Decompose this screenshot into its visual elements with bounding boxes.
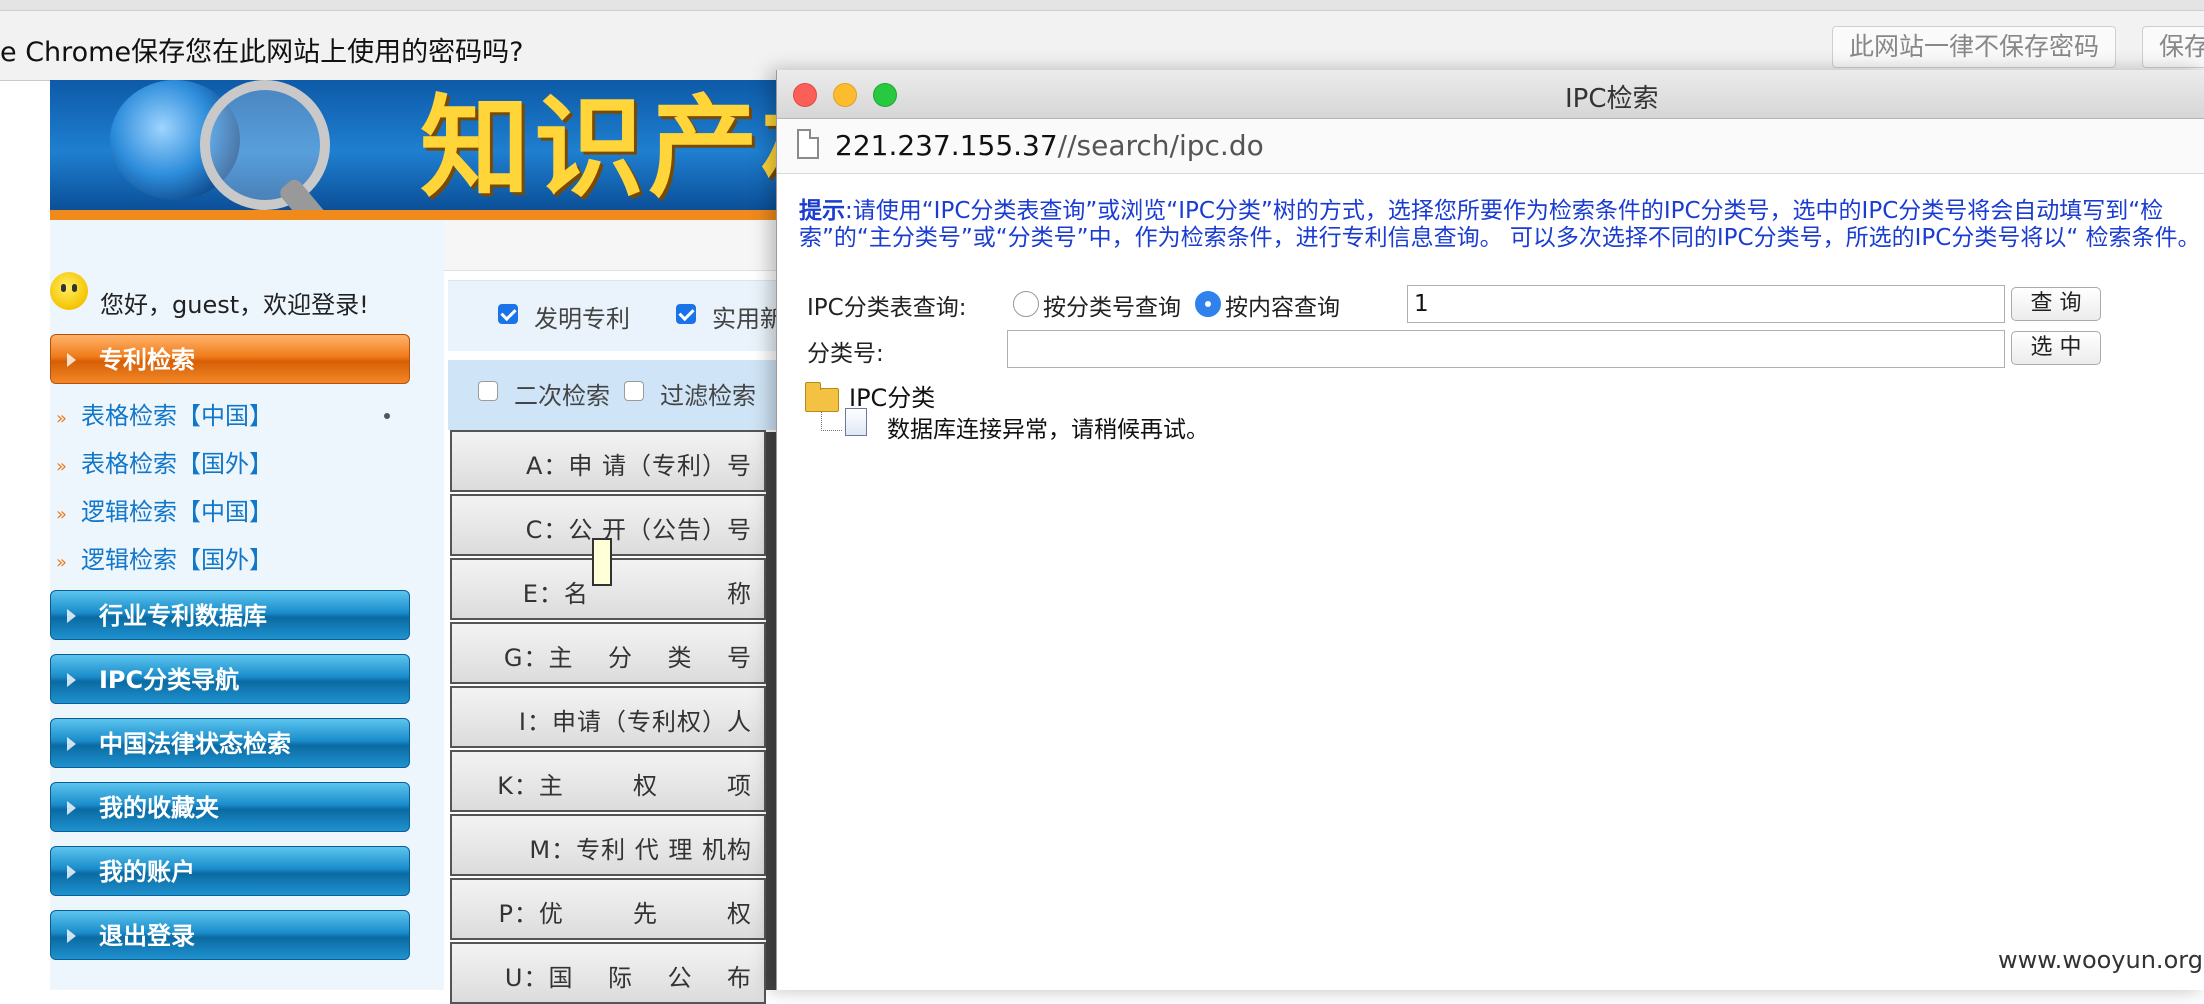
window-title: IPC检索: [1565, 84, 1659, 114]
minimize-icon[interactable]: [833, 83, 857, 107]
sub-item-logic-foreign[interactable]: » 逻辑检索【国外】: [56, 540, 273, 575]
hint-label: 提示: [799, 198, 845, 224]
sub-item-table-foreign[interactable]: » 表格检索【国外】: [56, 444, 273, 479]
classification-number-input[interactable]: [1007, 330, 2005, 368]
close-icon[interactable]: [793, 83, 817, 107]
field-main-claim[interactable]: K：主 权 项: [450, 750, 766, 812]
banner-title: 知识产权: [420, 83, 780, 212]
save-password-button[interactable]: 保存: [2142, 26, 2204, 68]
watermark: www.wooyun.org: [1998, 946, 2203, 974]
address-bar[interactable]: 221.237.155.37//search/ipc.do: [777, 119, 2204, 174]
query-button[interactable]: 查 询: [2011, 287, 2101, 321]
password-save-prompt: e Chrome保存您在此网站上使用的密码吗?: [0, 37, 524, 68]
utility-label: 实用新: [712, 305, 784, 333]
nav-favorites[interactable]: 我的收藏夹: [50, 782, 410, 832]
never-save-button[interactable]: 此网站一律不保存密码: [1832, 26, 2117, 68]
nav-logout[interactable]: 退出登录: [50, 910, 410, 960]
radio-by-code[interactable]: [1013, 291, 1039, 317]
ipc-query-input[interactable]: 1: [1407, 285, 2005, 323]
folder-icon: [805, 382, 839, 412]
field-international-publication[interactable]: U：国 际 公 布: [450, 942, 766, 1004]
arrow-icon: [67, 737, 76, 751]
main-header-strip: [444, 220, 780, 271]
radio-by-content-label: 按内容查询: [1225, 295, 1340, 321]
tree-connector: [821, 412, 842, 431]
page-icon: [797, 129, 819, 159]
sub-item-logic-china[interactable]: » 逻辑检索【中国】: [56, 492, 273, 527]
field-priority[interactable]: P：优 先 权: [450, 878, 766, 940]
field-application-number[interactable]: A：申 请（专利）号: [450, 430, 766, 492]
magnifier-icon: [200, 80, 330, 210]
filter-search-checkbox[interactable]: [624, 381, 644, 401]
nav-ipc-navigation[interactable]: IPC分类导航: [50, 654, 410, 704]
dot-marker: [384, 413, 390, 419]
zoom-icon[interactable]: [873, 83, 897, 107]
site-banner: 知识产权: [50, 80, 780, 220]
invention-checkbox[interactable]: [498, 304, 518, 324]
ipc-search-window: IPC检索 221.237.155.37//search/ipc.do 提示:请…: [776, 70, 2204, 990]
window-top-strip: [0, 0, 2204, 11]
bullet-icon: »: [56, 552, 68, 573]
radio-by-content[interactable]: [1195, 291, 1221, 317]
field-patent-agency[interactable]: M：专利 代 理 机构: [450, 814, 766, 876]
arrow-icon: [67, 609, 76, 623]
nav-industry-db[interactable]: 行业专利数据库: [50, 590, 410, 640]
document-icon: [845, 408, 867, 436]
patent-type-row: 发明专利 实用新: [448, 280, 784, 351]
secondary-search-checkbox[interactable]: [478, 381, 498, 401]
window-titlebar[interactable]: IPC检索: [777, 70, 2204, 119]
utility-checkbox[interactable]: [676, 304, 696, 324]
greeting-text: 您好，guest，欢迎登录!: [100, 291, 369, 319]
hint-text: 提示:请使用“IPC分类表查询”或浏览“IPC分类”树的方式，选择您所要作为检索…: [799, 198, 2201, 251]
bullet-icon: »: [56, 408, 68, 429]
classification-number-label: 分类号:: [807, 341, 884, 367]
arrow-icon: [67, 673, 76, 687]
arrow-icon: [67, 801, 76, 815]
filter-search-label: 过滤检索: [660, 382, 756, 410]
radio-by-code-label: 按分类号查询: [1043, 295, 1181, 321]
field-main-classification[interactable]: G：主 分 类 号: [450, 622, 766, 684]
nav-account[interactable]: 我的账户: [50, 846, 410, 896]
ipc-query-label: IPC分类表查询:: [807, 295, 967, 321]
sub-item-table-china[interactable]: » 表格检索【中国】: [56, 396, 273, 431]
url-text[interactable]: 221.237.155.37//search/ipc.do: [835, 129, 1264, 162]
secondary-search-label: 二次检索: [514, 382, 610, 410]
invention-label: 发明专利: [534, 305, 630, 333]
text-cursor-marker: [592, 538, 612, 586]
smiley-icon: [50, 272, 88, 310]
nav-patent-search[interactable]: 专利检索: [50, 334, 410, 384]
field-applicant[interactable]: I：申请（专利权）人: [450, 686, 766, 748]
tree-error-message: 数据库连接异常，请稍候再试。: [887, 417, 1209, 443]
bullet-icon: »: [56, 504, 68, 525]
arrow-icon: [67, 929, 76, 943]
arrow-icon: [67, 353, 76, 367]
bullet-icon: »: [56, 456, 68, 477]
password-save-bar: e Chrome保存您在此网站上使用的密码吗? 此网站一律不保存密码 保存: [0, 0, 2204, 81]
search-mode-row: 二次检索 过滤检索: [448, 360, 780, 430]
select-button[interactable]: 选 中: [2011, 331, 2101, 365]
arrow-icon: [67, 865, 76, 879]
nav-legal-status[interactable]: 中国法律状态检索: [50, 718, 410, 768]
